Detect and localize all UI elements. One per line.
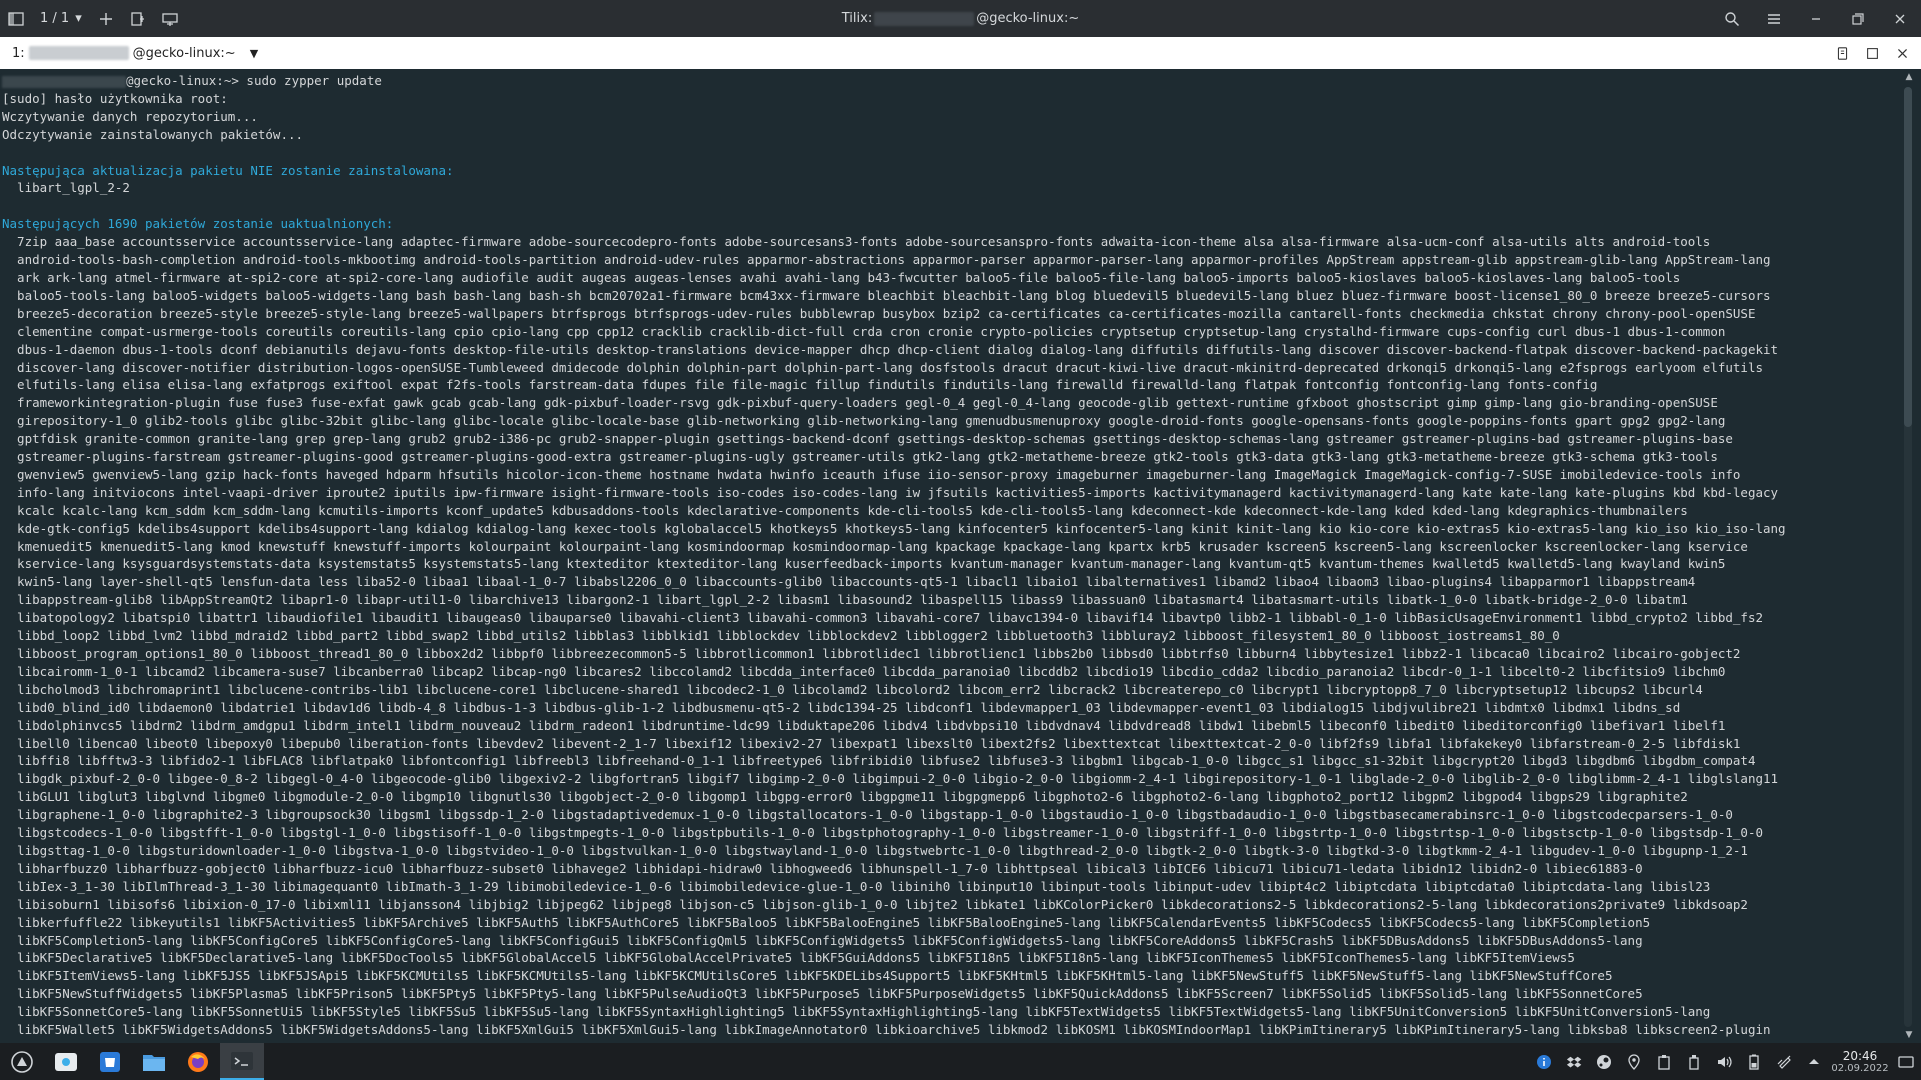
tray-location[interactable]	[1619, 1043, 1649, 1080]
discover-app-icon	[100, 1051, 120, 1072]
close-window-button[interactable]	[1879, 0, 1921, 37]
tray-updates[interactable]	[1529, 1043, 1559, 1080]
redacted-username	[28, 46, 129, 60]
restore-icon	[1852, 12, 1864, 25]
folder-icon	[143, 1054, 165, 1071]
taskbar-app-tilix[interactable]	[220, 1043, 264, 1080]
scroll-down-icon[interactable]: ▼	[1904, 1030, 1914, 1040]
window-titlebar: 1 / 1 ▾ Tilix: @gecko-linux:~	[0, 0, 1921, 37]
upgrade-header: Następujących 1690 pakietów zostanie uak…	[2, 216, 394, 232]
prompt: @gecko-linux:~>	[126, 73, 247, 88]
minimize-button[interactable]	[1795, 0, 1837, 37]
dropbox-icon	[1566, 1056, 1582, 1067]
taskbar-app-files[interactable]	[132, 1043, 176, 1080]
location-icon	[1628, 1053, 1640, 1070]
tray-expand[interactable]	[1799, 1043, 1829, 1080]
session-counter-label: 1 / 1	[40, 11, 70, 26]
close-icon	[1895, 14, 1905, 23]
gecko-launcher-icon	[11, 1050, 33, 1073]
maximize-button[interactable]	[1837, 0, 1879, 37]
taskbar-app-discover[interactable]	[88, 1043, 132, 1080]
info-icon	[1537, 1054, 1551, 1069]
not-installed-packages: libart_lgpl_2-2	[17, 180, 130, 196]
command: sudo zypper update	[246, 73, 382, 88]
tray-device[interactable]	[1679, 1043, 1709, 1080]
hamburger-icon	[1768, 13, 1780, 24]
preamble: [sudo] hasło użytkownika root: Wczytywan…	[2, 90, 304, 142]
removable-device-icon	[1689, 1054, 1699, 1070]
digital-clock[interactable]: 20:46 02.09.2022	[1829, 1049, 1891, 1075]
scrollbar-thumb[interactable]	[1904, 87, 1912, 427]
tray-steam[interactable]	[1589, 1043, 1619, 1080]
window-title: Tilix: @gecko-linux:~	[0, 0, 1921, 37]
scrollbar-track[interactable]	[1904, 87, 1912, 1027]
chevron-up-icon	[1809, 1058, 1819, 1064]
add-session-button[interactable]	[90, 0, 122, 37]
tray-dropbox[interactable]	[1559, 1043, 1589, 1080]
sync-icon	[1837, 46, 1847, 60]
menu-button[interactable]	[1753, 0, 1795, 37]
tray-kdeconnect[interactable]	[1769, 1043, 1799, 1080]
maximize-icon	[1866, 47, 1878, 59]
plus-icon	[99, 12, 112, 25]
upgrade-packages: 7zip aaa_base accountsservice accountsse…	[17, 234, 1786, 1038]
minimize-icon	[1812, 17, 1820, 20]
volume-icon	[1718, 1056, 1732, 1067]
show-desktop-button[interactable]	[1891, 1043, 1921, 1080]
add-terminal-right-button[interactable]	[122, 0, 154, 37]
system-tray: 20:46 02.09.2022	[1529, 1043, 1921, 1080]
steam-icon	[1597, 1054, 1611, 1069]
taskbar-app-settings[interactable]	[44, 1043, 88, 1080]
clipboard-icon	[1658, 1054, 1670, 1070]
clock-time: 20:46	[1842, 1048, 1878, 1063]
find-button[interactable]	[1711, 0, 1753, 37]
search-icon	[1725, 11, 1740, 26]
window-title-prefix: Tilix:	[841, 11, 873, 26]
terminal-title-suffix: @gecko-linux:~	[132, 45, 236, 61]
close-icon	[1897, 48, 1907, 58]
split-right-icon	[131, 11, 144, 26]
redacted-username	[874, 11, 975, 26]
terminal-scrollbar[interactable]: ▲ ▼	[1898, 69, 1921, 1043]
maximize-terminal-button[interactable]	[1859, 37, 1885, 69]
scroll-up-icon[interactable]: ▲	[1904, 72, 1914, 82]
network-icon	[1777, 1055, 1791, 1069]
sidebar-toggle-button[interactable]	[0, 0, 32, 37]
sync-input-button[interactable]	[1829, 37, 1855, 69]
settings-app-icon	[55, 1052, 77, 1071]
session-switcher[interactable]: 1 / 1 ▾	[32, 11, 90, 26]
battery-icon	[1749, 1054, 1759, 1070]
chevron-down-icon: ▾	[75, 11, 82, 26]
taskbar: 20:46 02.09.2022	[0, 1043, 1921, 1080]
terminal-titlebar: 1: @gecko-linux:~ ▼	[0, 37, 1921, 69]
redacted-username	[2, 75, 126, 88]
terminal-output: @gecko-linux:~> sudo zypper update [sudo…	[0, 69, 1898, 1039]
tray-battery[interactable]	[1739, 1043, 1769, 1080]
terminal-title-menu[interactable]: 1: @gecko-linux:~ ▼	[0, 37, 258, 69]
terminal-view[interactable]: @gecko-linux:~> sudo zypper update [sudo…	[0, 69, 1898, 1043]
add-terminal-down-button[interactable]	[154, 0, 186, 37]
chevron-down-icon: ▼	[249, 46, 259, 60]
application-launcher[interactable]	[0, 1043, 44, 1080]
terminal-index: 1:	[12, 45, 25, 61]
show-desktop-icon	[1898, 1055, 1914, 1068]
not-installed-header: Następująca aktualizacja pakietu NIE zos…	[2, 162, 454, 178]
window-title-suffix: @gecko-linux:~	[976, 11, 1080, 26]
tray-volume[interactable]	[1709, 1043, 1739, 1080]
split-down-icon	[162, 12, 178, 26]
terminal-icon	[231, 1051, 253, 1070]
sidebar-icon	[8, 11, 24, 26]
tray-clipboard[interactable]	[1649, 1043, 1679, 1080]
clock-date: 02.09.2022	[1831, 1062, 1889, 1074]
taskbar-app-firefox[interactable]	[176, 1043, 220, 1080]
close-terminal-button[interactable]	[1889, 37, 1915, 69]
firefox-icon	[188, 1051, 208, 1072]
